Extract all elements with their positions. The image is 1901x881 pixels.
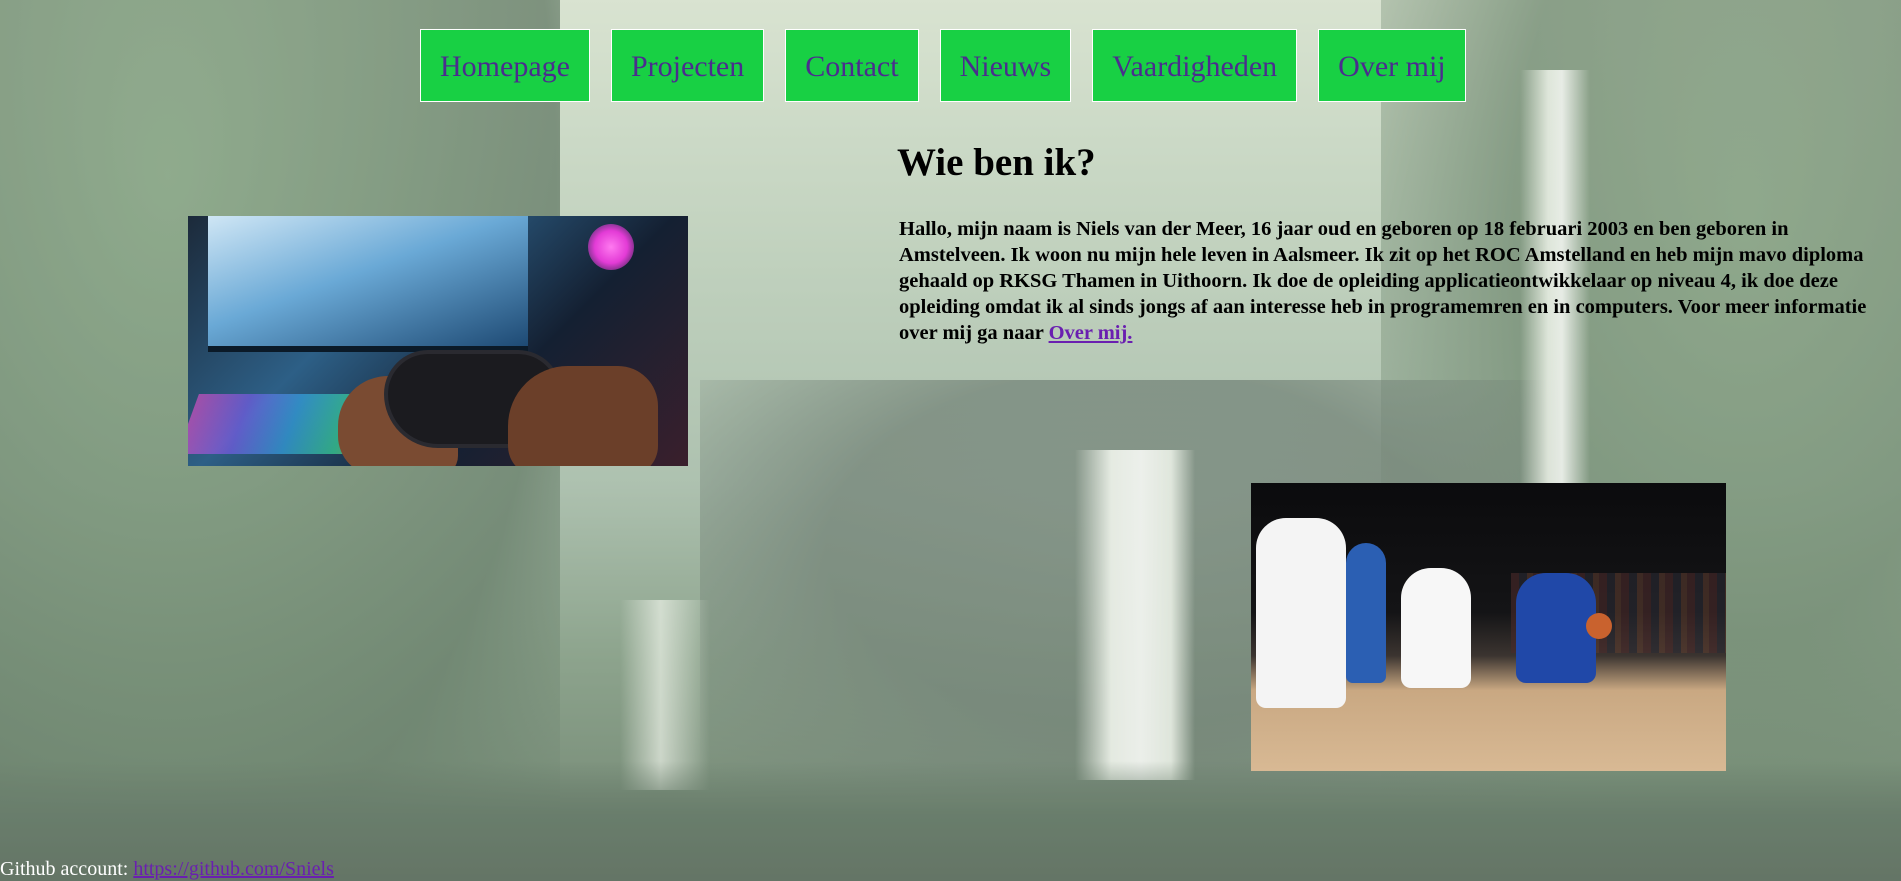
nav-homepage-button[interactable]: Homepage [420,29,590,102]
main-navigation: Homepage Projecten Contact Nieuws Vaardi… [420,29,1466,102]
nav-nieuws-button[interactable]: Nieuws [939,29,1072,102]
player-shape [1516,573,1596,683]
basketball-shape [1586,613,1612,639]
github-label: Github account: [0,858,134,880]
player-shape [1401,568,1471,688]
footer: Github account: https://github.com/Sniel… [0,858,334,881]
player-shape [1256,518,1346,708]
intro-paragraph: Hallo, mijn naam is Niels van der Meer, … [899,216,1889,346]
nav-projecten-button[interactable]: Projecten [610,29,765,102]
github-link[interactable]: https://github.com/Sniels [133,858,334,880]
nav-over-mij-button[interactable]: Over mij [1318,29,1466,102]
basketball-photo [1251,483,1726,771]
over-mij-link[interactable]: Over mij. [1049,322,1133,344]
hand-shape [508,366,658,466]
player-shape [1346,543,1386,683]
intro-text: Hallo, mijn naam is Niels van der Meer, … [899,218,1867,344]
nav-vaardigheden-button[interactable]: Vaardigheden [1092,29,1298,102]
monitor-shape [208,216,528,352]
page-heading: Wie ben ik? [897,141,1096,184]
gaming-photo [188,216,688,466]
nav-contact-button[interactable]: Contact [785,29,919,102]
pink-light-shape [588,224,634,270]
